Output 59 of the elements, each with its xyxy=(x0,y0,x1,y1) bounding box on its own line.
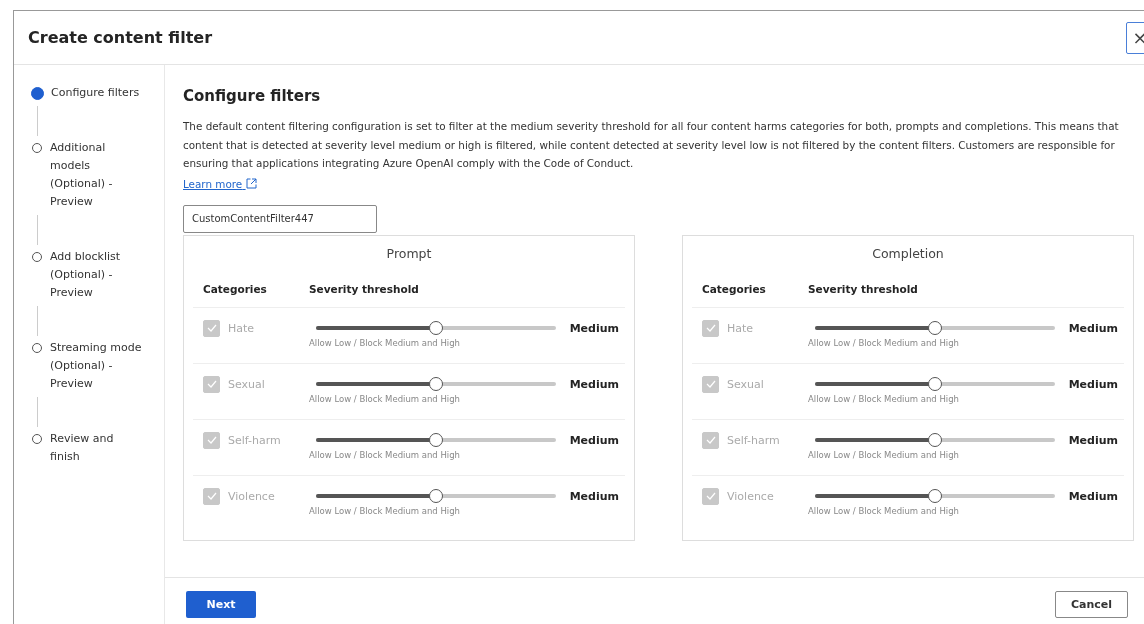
learn-more-link[interactable]: Learn more xyxy=(183,177,257,190)
severity-reading: Medium xyxy=(1068,376,1119,391)
slider-caption: Allow Low / Block Medium and High xyxy=(309,337,461,348)
external-link-icon xyxy=(245,177,257,189)
severity-slider[interactable] xyxy=(815,376,1055,391)
slider-caption: Allow Low / Block Medium and High xyxy=(309,505,461,516)
category-label: Violence xyxy=(727,489,774,503)
severity-slider[interactable] xyxy=(316,432,556,447)
severity-reading: Medium xyxy=(569,488,620,503)
panel-title: Prompt xyxy=(385,244,433,263)
category-label: Sexual xyxy=(228,377,265,391)
step-label[interactable]: Configure filters xyxy=(51,84,140,102)
slider-caption: Allow Low / Block Medium and High xyxy=(808,505,960,516)
severity-slider[interactable] xyxy=(815,488,1055,503)
severity-reading: Medium xyxy=(1068,432,1119,447)
severity-slider[interactable] xyxy=(815,320,1055,335)
slider-caption: Allow Low / Block Medium and High xyxy=(808,449,960,460)
column-header: Categories xyxy=(702,282,767,295)
column-header: Categories xyxy=(203,282,268,295)
slider-caption: Allow Low / Block Medium and High xyxy=(309,449,461,460)
slider-caption: Allow Low / Block Medium and High xyxy=(808,393,960,404)
severity-slider[interactable] xyxy=(316,488,556,503)
dialog-title: Create content filter xyxy=(27,28,213,47)
severity-reading: Medium xyxy=(569,376,620,391)
step-label[interactable]: Add blocklist (Optional) - Preview xyxy=(50,248,144,302)
category-label: Sexual xyxy=(727,377,764,391)
category-label: Self-harm xyxy=(228,433,281,447)
severity-reading: Medium xyxy=(569,432,620,447)
severity-reading: Medium xyxy=(1068,320,1119,335)
category-label: Self-harm xyxy=(727,433,780,447)
checkmark-icon xyxy=(206,492,217,500)
category-label: Hate xyxy=(228,321,255,335)
step-label[interactable]: Streaming mode (Optional) - Preview xyxy=(50,339,144,393)
next-button[interactable]: Next xyxy=(186,590,256,618)
panel-title: Completion xyxy=(871,244,945,263)
description-text: The default content filtering configuration is set to filter at the medium severity threshold for all four content harms categories for both, prompts and completions. This means that content that is detected at severity level medium or high is filtered, while content detected at severity level low is not filtered by the content filters. Customers are responsible for ensuring that applications integrating Azure OpenAI comply with the Code of Conduct. xyxy=(183,119,1120,171)
checkmark-icon xyxy=(705,380,716,388)
severity-slider[interactable] xyxy=(815,432,1055,447)
checkmark-icon xyxy=(705,492,716,500)
checkmark-icon xyxy=(206,324,217,332)
cancel-button[interactable]: Cancel xyxy=(1055,590,1128,618)
severity-reading: Medium xyxy=(1068,488,1119,503)
column-header: Severity threshold xyxy=(808,282,918,295)
checkmark-icon xyxy=(705,324,716,332)
checkmark-icon xyxy=(705,436,716,444)
section-heading: Configure filters xyxy=(183,87,322,105)
checkmark-icon xyxy=(206,380,217,388)
name-field[interactable]: CustomContentFilter447 xyxy=(183,204,377,233)
column-header: Severity threshold xyxy=(309,282,419,295)
slider-caption: Allow Low / Block Medium and High xyxy=(808,337,960,348)
checkmark-icon xyxy=(206,436,217,444)
severity-slider[interactable] xyxy=(316,376,556,391)
severity-reading: Medium xyxy=(569,320,620,335)
category-label: Violence xyxy=(228,489,275,503)
category-label: Hate xyxy=(727,321,754,335)
slider-caption: Allow Low / Block Medium and High xyxy=(309,393,461,404)
severity-slider[interactable] xyxy=(316,320,556,335)
step-label[interactable]: Additional models (Optional) - Preview xyxy=(50,139,144,211)
step-label[interactable]: Review and finish xyxy=(50,430,144,466)
